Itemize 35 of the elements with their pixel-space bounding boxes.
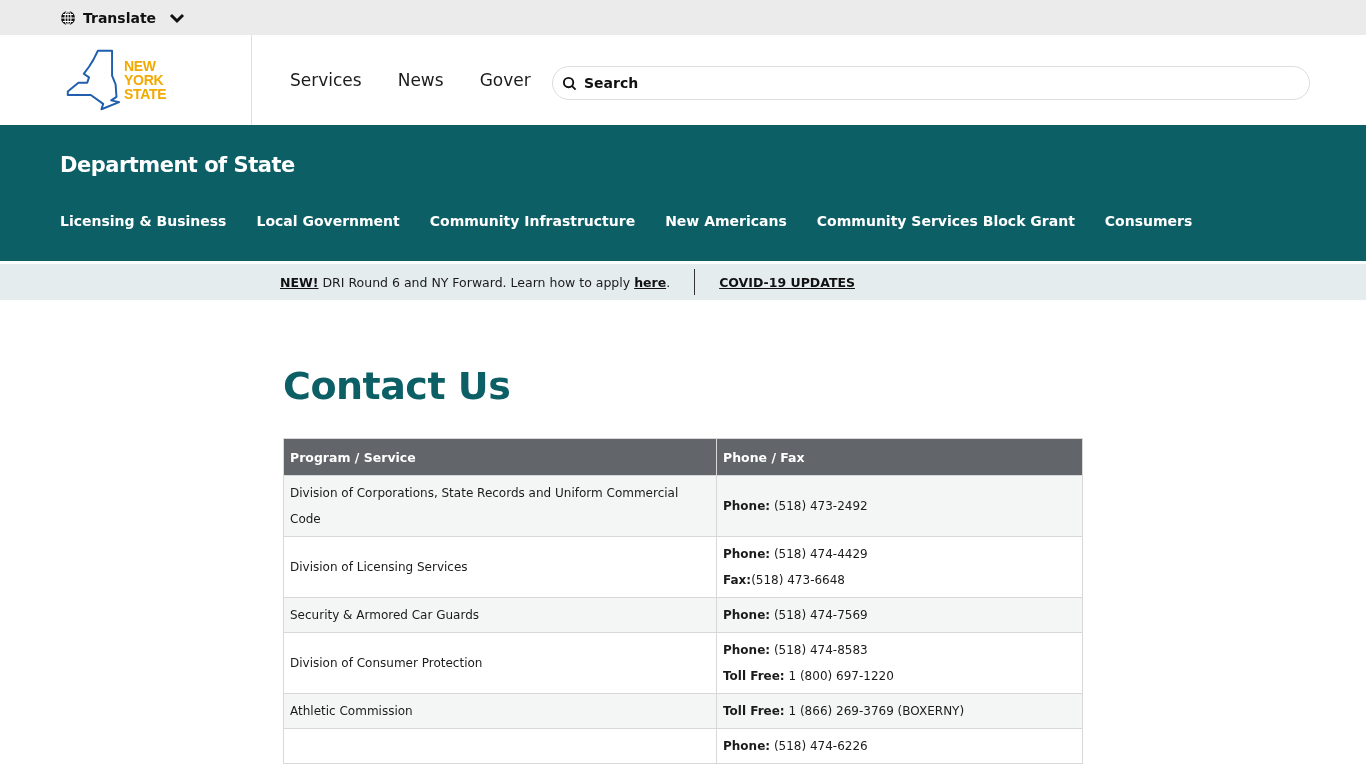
agency-nav-link[interactable]: Consumers	[1104, 213, 1193, 229]
nav-link[interactable]: News	[397, 70, 444, 90]
contact-number: Phone: (518) 474-7569	[723, 608, 868, 622]
agency-nav-link[interactable]: Licensing & Business	[60, 213, 227, 229]
search-icon	[562, 76, 577, 91]
agency-nav-link[interactable]: New Americans	[665, 213, 787, 229]
logo-text: NEW YORK STATE	[124, 59, 167, 101]
contact-number: Phone: (518) 474-8583	[723, 643, 868, 657]
program-name: Division of Licensing Services	[290, 560, 468, 574]
agency-nav-link[interactable]: Local Government	[256, 213, 400, 229]
contact-number: Phone: (518) 474-4429	[723, 547, 868, 561]
new-link[interactable]: NEW!	[280, 274, 319, 290]
program-name: Athletic Commission	[290, 704, 413, 718]
program-name: Security & Armored Car Guards	[290, 608, 480, 622]
column-header: Program / Service	[283, 438, 717, 476]
search-field[interactable]: Search	[552, 66, 1310, 100]
agency-nav-link[interactable]: Community Services Block Grant	[816, 213, 1075, 229]
page-title: Contact Us	[283, 364, 512, 408]
nav-link[interactable]: Services	[290, 70, 362, 90]
program-name: Division of Consumer Protection	[290, 656, 483, 670]
program-name: Division of Corporations, State Records and Uniform Commercial Code	[290, 486, 679, 526]
globe-icon	[60, 9, 76, 26]
announcement-text: NEW! DRI Round 6 and NY Forward. Learn how to apply here.	[280, 274, 671, 290]
contact-number: Fax:(518) 473-6648	[723, 573, 845, 587]
agency-nav-link[interactable]: Community Infrastructure	[429, 213, 636, 229]
contact-number: Toll Free: 1 (800) 697-1220	[723, 669, 894, 683]
updates-link[interactable]: COVID-19 UPDATES	[719, 274, 855, 290]
contact-number: Phone: (518) 473-2492	[723, 499, 868, 513]
agency-title: Department of State	[60, 152, 296, 177]
contact-number: Toll Free: 1 (866) 269-3769 (BOXERNY)	[723, 704, 965, 718]
contact-number: Phone: (518) 474-6226	[723, 739, 868, 753]
chevron-down-icon	[169, 11, 186, 24]
translate-button[interactable]: Translate	[60, 9, 186, 26]
column-header: Phone / Fax	[716, 438, 1083, 476]
nav-link[interactable]: Gover	[479, 70, 531, 90]
